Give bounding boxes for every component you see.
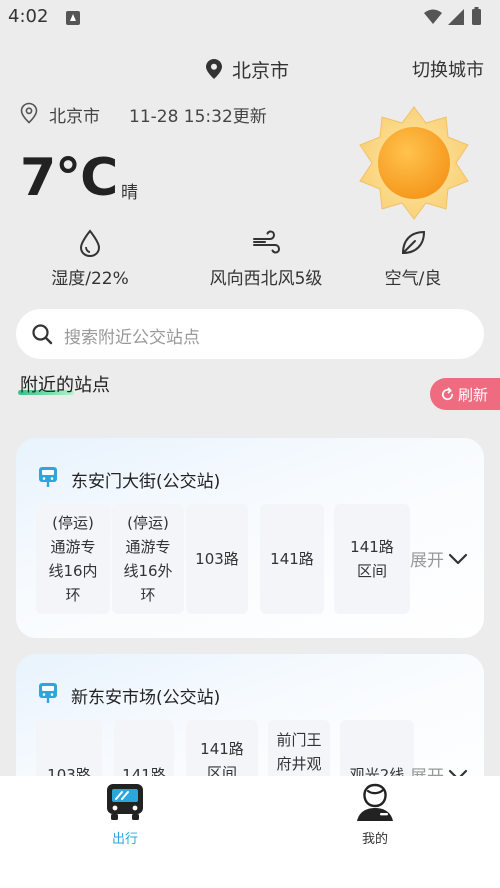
water-drop-icon bbox=[79, 229, 101, 258]
search-bar[interactable]: 搜索附近公交站点 bbox=[16, 309, 484, 359]
expand-button[interactable]: 展开 bbox=[410, 546, 468, 571]
update-time: 11-28 15:32更新 bbox=[129, 107, 267, 127]
current-city[interactable]: 北京市 bbox=[232, 56, 289, 83]
refresh-label: 刷新 bbox=[458, 385, 489, 404]
route-chip[interactable]: (停运) 通游专 线16内 环 bbox=[36, 504, 110, 614]
status-time: 4:02 bbox=[8, 6, 49, 27]
section-title: 附近的站点 bbox=[20, 375, 110, 396]
route-list: (停运) 通游专 线16内 环 (停运) 通游专 线16外 环 103路 141… bbox=[36, 504, 416, 614]
bus-icon bbox=[107, 784, 143, 820]
chevron-down-icon bbox=[448, 553, 468, 564]
user-icon bbox=[357, 783, 393, 821]
tab-mine-label: 我的 bbox=[361, 832, 388, 847]
wind-metric: 风向西北风5级 bbox=[196, 228, 336, 289]
bus-stop-icon bbox=[39, 467, 57, 487]
status-bar: 4:02 bbox=[0, 0, 500, 36]
location-row: 北京市 11-28 15:32更新 bbox=[20, 101, 320, 127]
weather-condition: 晴 bbox=[121, 183, 138, 203]
notification-icon bbox=[66, 11, 80, 25]
air-quality-label: 空气/良 bbox=[384, 269, 442, 289]
stop-card[interactable]: 东安门大街(公交站) (停运) 通游专 线16内 环 (停运) 通游专 线16外… bbox=[16, 438, 484, 638]
cellular-icon bbox=[448, 9, 464, 25]
bottom-tab-bar: 出行 我的 bbox=[0, 776, 500, 888]
sunny-weather-icon bbox=[359, 106, 469, 220]
wind-icon bbox=[253, 230, 281, 254]
wind-label: 风向西北风5级 bbox=[209, 269, 323, 289]
tab-trip[interactable]: 出行 bbox=[85, 782, 165, 847]
location-outline-icon bbox=[20, 102, 38, 124]
expand-label: 展开 bbox=[410, 551, 444, 571]
stop-name: 新东安市场(公交站) bbox=[71, 688, 221, 708]
refresh-icon bbox=[442, 387, 454, 400]
wifi-icon bbox=[424, 9, 442, 24]
air-quality-metric: 空气/良 bbox=[370, 228, 456, 289]
humidity-label: 湿度/22% bbox=[51, 269, 129, 289]
humidity-metric: 湿度/22% bbox=[40, 228, 140, 289]
search-input[interactable]: 搜索附近公交站点 bbox=[64, 323, 200, 348]
tab-trip-label: 出行 bbox=[111, 832, 138, 847]
stop-name: 东安门大街(公交站) bbox=[71, 472, 221, 492]
route-chip[interactable]: 141路 区间 bbox=[334, 504, 410, 614]
signal-battery-icons bbox=[424, 7, 481, 25]
refresh-button[interactable]: 刷新 bbox=[430, 378, 500, 410]
battery-icon bbox=[472, 9, 481, 25]
city-header: 北京市 切换城市 bbox=[0, 56, 500, 84]
location-city: 北京市 bbox=[49, 107, 100, 127]
temperature: 7°C bbox=[20, 148, 118, 208]
bus-stop-icon bbox=[39, 683, 57, 703]
location-pin-icon bbox=[206, 59, 222, 79]
switch-city-button[interactable]: 切换城市 bbox=[412, 56, 484, 82]
route-chip[interactable]: (停运) 通游专 线16外 环 bbox=[112, 504, 184, 614]
leaf-icon bbox=[401, 230, 426, 255]
tab-mine[interactable]: 我的 bbox=[335, 782, 415, 847]
search-icon bbox=[32, 324, 53, 345]
route-chip[interactable]: 141路 bbox=[260, 504, 324, 614]
route-chip[interactable]: 103路 bbox=[186, 504, 248, 614]
